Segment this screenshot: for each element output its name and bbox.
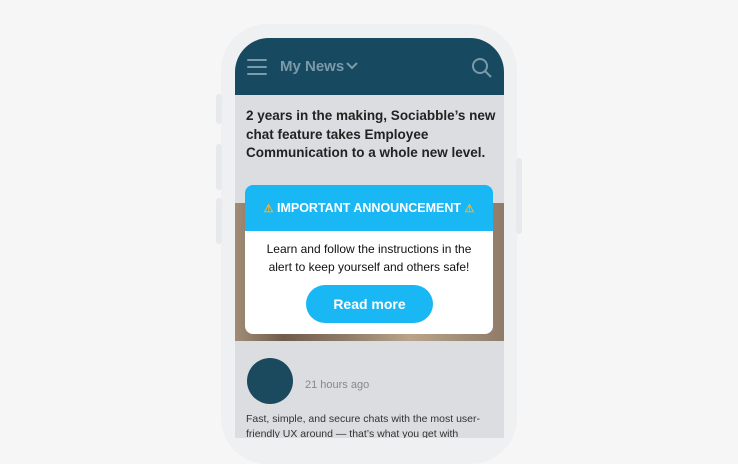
search-icon[interactable] — [471, 57, 493, 79]
avatar — [247, 358, 293, 404]
announcement-modal: ⚠ IMPORTANT ANNOUNCEMENT ⚠ Learn and fol… — [245, 185, 493, 334]
warning-icon: ⚠ — [464, 203, 475, 215]
chevron-down-icon[interactable] — [345, 60, 359, 72]
hamburger-icon[interactable] — [247, 59, 267, 75]
article-timestamp: 21 hours ago — [305, 379, 370, 391]
feed-selector-label[interactable]: My News — [280, 58, 344, 75]
read-more-button[interactable]: Read more — [306, 285, 433, 323]
article-snippet: Fast, simple, and secure chats with the … — [246, 413, 481, 438]
modal-header: ⚠ IMPORTANT ANNOUNCEMENT ⚠ — [245, 185, 493, 231]
phone-volume-up-button — [216, 144, 222, 190]
modal-message: Learn and follow the instructions in the… — [266, 242, 472, 274]
warning-icon: ⚠ — [263, 203, 274, 215]
phone-power-button — [516, 158, 522, 234]
phone-volume-down-button — [216, 198, 222, 244]
modal-title: IMPORTANT ANNOUNCEMENT — [276, 201, 461, 215]
app-top-bar: My News — [235, 38, 504, 95]
phone-side-button — [216, 94, 222, 124]
article-headline[interactable]: 2 years in the making, Sociabble’s new c… — [246, 107, 496, 163]
